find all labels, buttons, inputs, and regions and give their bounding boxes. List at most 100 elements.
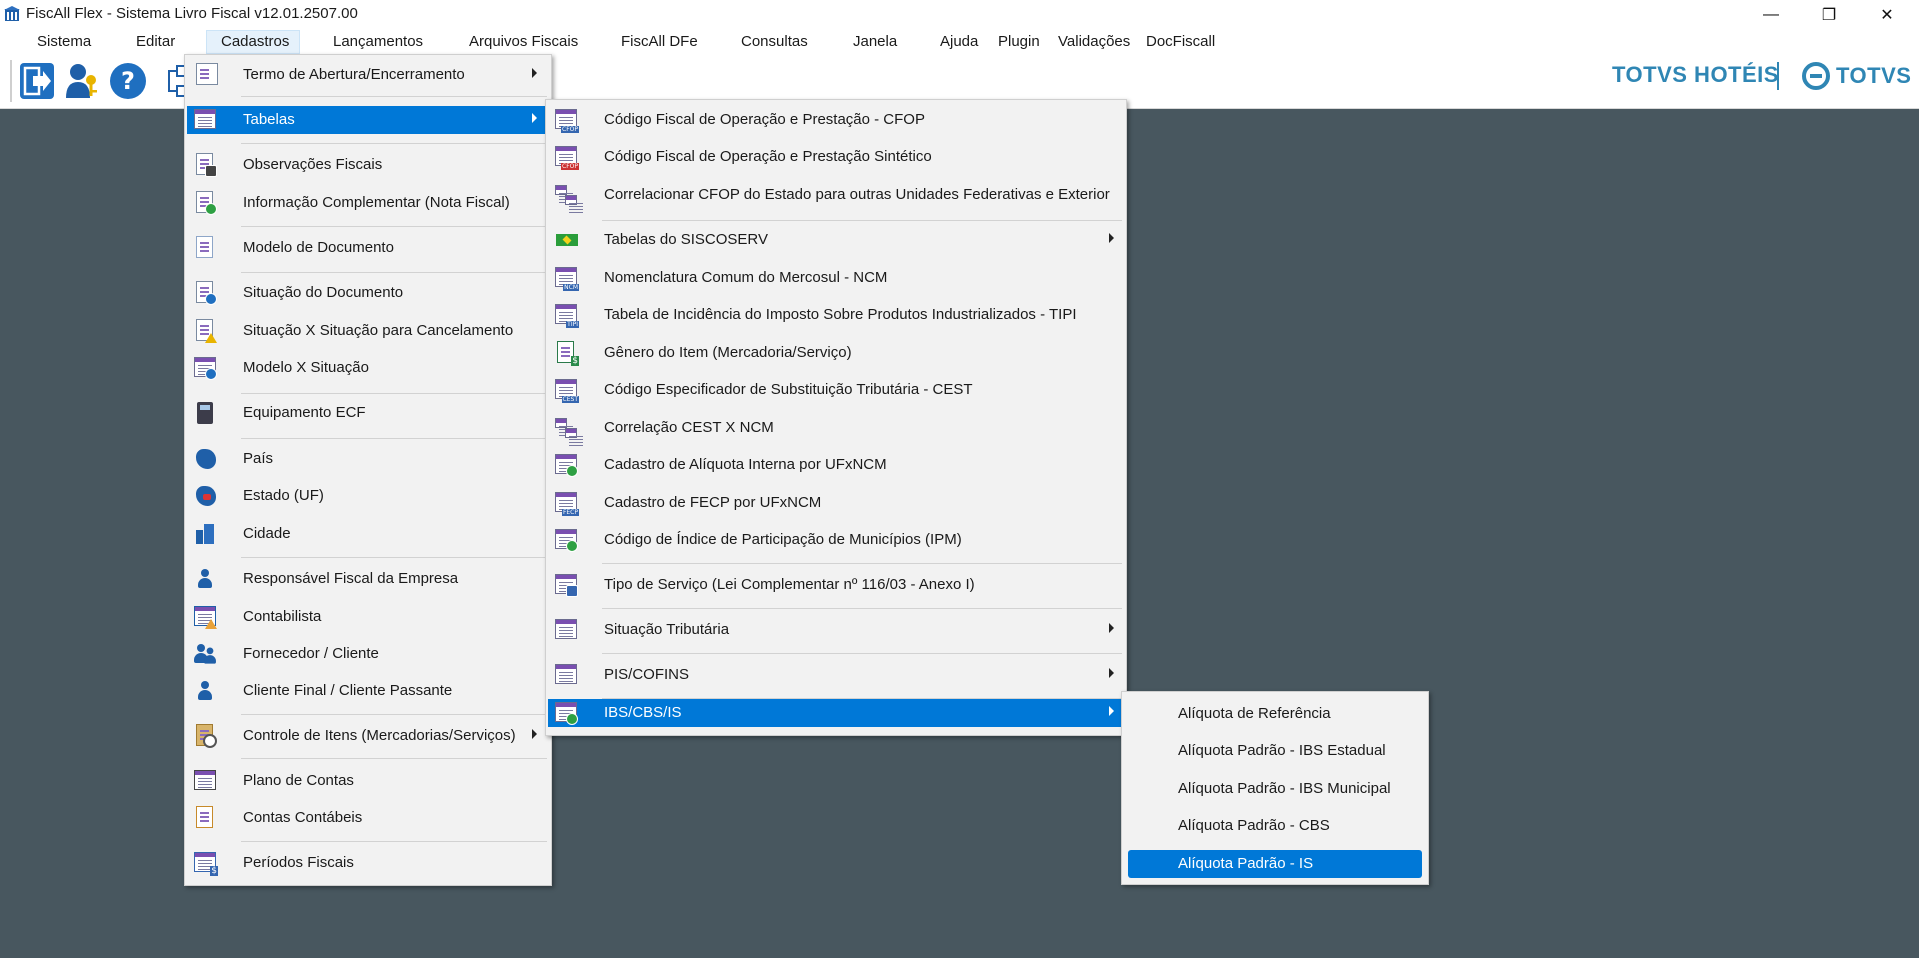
menu-item-ibs-municipal[interactable]: Alíquota Padrão - IBS Municipal [1128,775,1422,803]
menu-item-informacao-complementar[interactable]: Informação Complementar (Nota Fiscal) [187,189,549,217]
items-clock-icon [193,724,217,748]
menu-item-plano-contas[interactable]: Plano de Contas [187,767,549,795]
menu-item-situacao-cancelamento[interactable]: Situação X Situação para Cancelamento [187,317,549,345]
menu-item-genero-item[interactable]: $ Gênero do Item (Mercadoria/Serviço) [548,339,1124,367]
menu-item-tipi[interactable]: TIPI Tabela de Incidência do Imposto Sob… [548,301,1124,329]
menu-editar[interactable]: Editar [136,33,175,50]
menu-item-tabelas[interactable]: Tabelas [187,106,549,134]
menu-plugin[interactable]: Plugin [998,33,1040,50]
menu-item-situacao-tributaria[interactable]: Situação Tributária [548,616,1124,644]
menu-item-fecp[interactable]: FECP Cadastro de FECP por UFxNCM [548,489,1124,517]
menu-item-periodos-fiscais[interactable]: $ Períodos Fiscais [187,849,549,877]
menu-item-is[interactable]: Alíquota Padrão - IS [1128,850,1422,878]
menu-separator [241,557,547,558]
menu-item-cbs[interactable]: Alíquota Padrão - CBS [1128,812,1422,840]
menu-item-cliente-final[interactable]: Cliente Final / Cliente Passante [187,677,549,705]
menu-separator [241,758,547,759]
menu-lancamentos[interactable]: Lançamentos [333,33,423,50]
user-keys-button[interactable] [62,60,102,102]
menu-item-cfop-sintetico[interactable]: CFOP Código Fiscal de Operação e Prestaç… [548,143,1124,171]
submenu-arrow-icon [1109,668,1114,678]
menu-item-equipamento-ecf[interactable]: Equipamento ECF [187,399,549,427]
menu-item-ibs-estadual[interactable]: Alíquota Padrão - IBS Estadual [1128,737,1422,765]
menu-item-fornecedor-cliente[interactable]: Fornecedor / Cliente [187,640,549,668]
menu-item-label: Tabela de Incidência do Imposto Sobre Pr… [604,306,1077,323]
menu-item-controle-itens[interactable]: Controle de Itens (Mercadorias/Serviços) [187,722,549,750]
menu-item-cfop[interactable]: CFOP Código Fiscal de Operação e Prestaç… [548,106,1124,134]
menu-item-label: Informação Complementar (Nota Fiscal) [243,194,510,211]
menu-item-label: Cadastro de FECP por UFxNCM [604,494,822,511]
menu-item-ncm[interactable]: NCM Nomenclatura Comum do Mercosul - NCM [548,264,1124,292]
state-map-icon [193,484,217,508]
menu-item-termo-abertura[interactable]: Termo de Abertura/Encerramento [187,61,549,89]
menu-sistema[interactable]: Sistema [37,33,91,50]
menu-item-label: Responsável Fiscal da Empresa [243,570,459,587]
menu-item-correlacionar-cfop[interactable]: Correlacionar CFOP do Estado para outras… [548,181,1124,209]
ncm-table-icon: NCM [554,266,579,291]
menu-cadastros[interactable]: Cadastros [221,33,289,50]
menu-item-label: Alíquota Padrão - IBS Municipal [1178,780,1391,797]
menu-separator [241,393,547,394]
menu-item-label: Código Fiscal de Operação e Prestação - … [604,111,925,128]
correlation-icon [554,183,583,207]
menu-item-ipm[interactable]: Código de Índice de Participação de Muni… [548,526,1124,554]
menu-item-aliquota-interna[interactable]: Cadastro de Alíquota Interna por UFxNCM [548,451,1124,479]
menu-fiscall-dfe[interactable]: FiscAll DFe [621,33,698,50]
menu-item-label: IBS/CBS/IS [604,704,682,721]
menu-item-correlacao-cest-ncm[interactable]: Correlação CEST X NCM [548,414,1124,442]
menu-docfiscall[interactable]: DocFiscall [1146,33,1215,50]
menu-validacoes[interactable]: Validações [1058,33,1130,50]
svg-text:?: ? [121,67,135,95]
tabelas-submenu: CFOP Código Fiscal de Operação e Prestaç… [545,99,1127,736]
menu-item-cest[interactable]: CEST Código Especificador de Substituiçã… [548,376,1124,404]
menu-item-label: Correlação CEST X NCM [604,419,774,436]
menu-item-label: Situação do Documento [243,284,404,301]
menu-separator [241,841,547,842]
close-icon: ✕ [1880,7,1894,24]
window-title: FiscAll Flex - Sistema Livro Fiscal v12.… [26,5,358,22]
ledger-icon [193,806,217,830]
menu-separator [241,272,547,273]
menu-item-label: Gênero do Item (Mercadoria/Serviço) [604,344,852,361]
menu-item-label: Estado (UF) [243,487,324,504]
menu-bar: Sistema Editar Cadastros Lançamentos Arq… [0,30,1919,55]
menu-ajuda[interactable]: Ajuda [940,33,978,50]
menu-item-label: Correlacionar CFOP do Estado para outras… [604,186,1110,203]
menu-item-label: Alíquota de Referência [1178,705,1331,722]
menu-item-label: Cidade [243,525,291,542]
exit-button[interactable] [17,60,57,102]
menu-separator [602,608,1122,609]
menu-item-label: Alíquota Padrão - CBS [1178,817,1330,834]
menu-item-responsavel-fiscal[interactable]: Responsável Fiscal da Empresa [187,565,549,593]
menu-item-label: Situação X Situação para Cancelamento [243,322,514,339]
menu-item-situacao-documento[interactable]: Situação do Documento [187,279,549,307]
document-icon [193,236,217,260]
menu-item-contabilista[interactable]: Contabilista [187,603,549,631]
restore-button[interactable]: ❐ [1806,0,1852,30]
menu-item-tipo-servico[interactable]: Tipo de Serviço (Lei Complementar nº 116… [548,571,1124,599]
menu-item-label: Modelo X Situação [243,359,369,376]
menu-item-modelo-documento[interactable]: Modelo de Documento [187,234,549,262]
help-button[interactable]: ? [108,60,148,102]
menu-arquivos-fiscais[interactable]: Arquivos Fiscais [469,33,578,50]
menu-consultas[interactable]: Consultas [741,33,808,50]
submenu-arrow-icon [532,68,537,78]
menu-item-cidade[interactable]: Cidade [187,520,549,548]
menu-item-label: Tabelas do SISCOSERV [604,231,768,248]
menu-item-label: Contas Contábeis [243,809,363,826]
menu-item-contas-contabeis[interactable]: Contas Contábeis [187,804,549,832]
menu-item-estado[interactable]: Estado (UF) [187,482,549,510]
menu-item-ibs-cbs-is[interactable]: IBS/CBS/IS [548,699,1124,727]
table-info-icon [193,356,217,380]
minimize-button[interactable]: — [1748,0,1794,30]
menu-item-label: Código de Índice de Participação de Muni… [604,531,962,548]
menu-item-modelo-situacao[interactable]: Modelo X Situação [187,354,549,382]
menu-item-pais[interactable]: País [187,445,549,473]
menu-item-aliquota-referencia[interactable]: Alíquota de Referência [1128,700,1422,728]
menu-item-observacoes-fiscais[interactable]: Observações Fiscais [187,151,549,179]
restore-icon: ❐ [1821,7,1837,24]
close-button[interactable]: ✕ [1864,0,1910,30]
menu-janela[interactable]: Janela [853,33,897,50]
menu-item-pis-cofins[interactable]: PIS/COFINS [548,661,1124,689]
menu-item-siscoserv[interactable]: Tabelas do SISCOSERV [548,226,1124,254]
